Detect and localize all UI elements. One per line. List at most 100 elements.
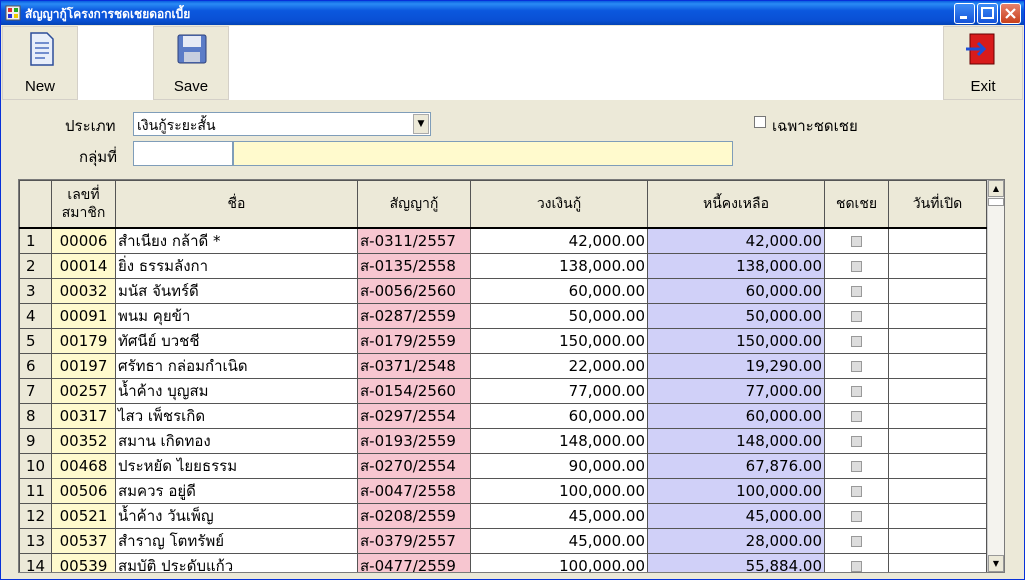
name-cell: สมควร อยู่ดี [115, 477, 358, 504]
member-no-cell: 00091 [51, 302, 116, 329]
compensate-cell[interactable] [824, 402, 889, 429]
name-cell: สมาน เกิดทอง [115, 427, 358, 454]
table-row[interactable]: 2 00014 ยิ่ง ธรรมลังกา ส-0135/2558 138,000.0… [19, 252, 987, 279]
row-number: 14 [19, 552, 52, 572]
remaining-debt-cell: 50,000.00 [647, 302, 825, 329]
member-no-cell: 00257 [51, 377, 116, 404]
table-row[interactable]: 12 00521 น้ำค้าง วันเพ็ญ ส-0208/2559 45,000.… [19, 502, 987, 529]
remaining-debt-cell: 19,290.00 [647, 352, 825, 379]
remaining-debt-header[interactable]: หนี้คงเหลือ [647, 180, 825, 228]
table-row[interactable]: 9 00352 สมาน เกิดทอง ส-0193/2559 148,000.00 1… [19, 427, 987, 454]
save-button-label: Save [173, 78, 209, 95]
remaining-debt-cell: 67,876.00 [647, 452, 825, 479]
close-button[interactable] [1000, 3, 1021, 24]
maximize-button[interactable] [977, 3, 998, 24]
compensate-checkbox[interactable] [851, 485, 862, 497]
remaining-debt-cell: 148,000.00 [647, 427, 825, 454]
table-row[interactable]: 11 00506 สมควร อยู่ดี ส-0047/2558 100,000.00… [19, 477, 987, 504]
scroll-thumb[interactable] [988, 198, 1004, 206]
loan-amount-cell: 90,000.00 [470, 452, 648, 479]
remaining-debt-cell: 60,000.00 [647, 402, 825, 429]
name-header[interactable]: ชื่อ [115, 180, 358, 228]
table-row[interactable]: 1 00006 สำเนียง กล้าดี * ส-0311/2557 42,000.… [19, 226, 987, 254]
table-row[interactable]: 4 00091 พนม คุยข้า ส-0287/2559 50,000.00 50,0… [19, 302, 987, 329]
type-select[interactable]: เงินกู้ระยะสั้น ▼ [133, 112, 431, 136]
exit-button[interactable]: Exit [943, 26, 1023, 100]
loan-amount-header[interactable]: วงเงินกู้ [470, 180, 648, 228]
app-icon [5, 5, 21, 21]
rownum-header[interactable] [19, 180, 52, 228]
compensate-checkbox[interactable] [851, 360, 862, 372]
compensate-checkbox[interactable] [851, 535, 862, 547]
row-number: 3 [19, 277, 52, 304]
name-cell: พนม คุยข้า [115, 302, 358, 329]
compensate-cell[interactable] [824, 302, 889, 329]
minimize-icon [960, 16, 967, 19]
open-date-cell [888, 477, 987, 504]
member-no-cell: 00197 [51, 352, 116, 379]
member-no-header[interactable]: เลขที่ สมาชิก [51, 180, 116, 228]
title-bar[interactable]: สัญญากู้โครงการชดเชยดอกเบี้ย [1, 1, 1024, 25]
compensate-cell[interactable] [824, 427, 889, 454]
compensate-cell[interactable] [824, 527, 889, 554]
save-button[interactable]: Save [153, 26, 229, 100]
compensate-checkbox[interactable] [851, 235, 862, 247]
compensate-cell[interactable] [824, 452, 889, 479]
compensate-checkbox[interactable] [851, 310, 862, 322]
name-cell: ประหยัด ไยยธรรม [115, 452, 358, 479]
compensate-cell[interactable] [824, 252, 889, 279]
row-number: 13 [19, 527, 52, 554]
compensate-checkbox[interactable] [851, 260, 862, 272]
new-button[interactable]: New [2, 26, 78, 100]
table-row[interactable]: 6 00197 ศรัทธา กล่อมกำเนิด ส-0371/2548 22,00… [19, 352, 987, 379]
row-number: 2 [19, 252, 52, 279]
scroll-up-arrow-icon[interactable]: ▲ [988, 180, 1004, 197]
minimize-button[interactable] [954, 3, 975, 24]
compensate-cell[interactable] [824, 226, 889, 254]
name-cell: สำราญ โตทรัพย์ [115, 527, 358, 554]
open-date-cell [888, 302, 987, 329]
compensate-checkbox[interactable] [851, 410, 862, 422]
row-number: 4 [19, 302, 52, 329]
table-row[interactable]: 13 00537 สำราญ โตทรัพย์ ส-0379/2557 45,000.0… [19, 527, 987, 554]
open-date-header[interactable]: วันที่เปิด [888, 180, 987, 228]
group-code-input[interactable] [133, 141, 233, 166]
open-date-cell [888, 352, 987, 379]
compensate-checkbox[interactable] [851, 385, 862, 397]
dropdown-arrow-icon[interactable]: ▼ [413, 114, 429, 134]
member-no-cell: 00539 [51, 552, 116, 572]
contract-header[interactable]: สัญญากู้ [357, 180, 471, 228]
contracts-grid[interactable]: เลขที่ สมาชิก ชื่อ สัญญากู้ วงเงินกู้ หนี้คงเ… [18, 179, 1005, 573]
compensate-cell[interactable] [824, 277, 889, 304]
compensate-cell[interactable] [824, 377, 889, 404]
compensate-checkbox[interactable] [851, 560, 862, 572]
table-row[interactable]: 3 00032 มนัส จันทร์ดี ส-0056/2560 60,000.00 6… [19, 277, 987, 304]
contracts-table: เลขที่ สมาชิก ชื่อ สัญญากู้ วงเงินกู้ หนี้คงเ… [19, 180, 987, 572]
compensate-cell[interactable] [824, 502, 889, 529]
table-row[interactable]: 10 00468 ประหยัด ไยยธรรม ส-0270/2554 90,000.… [19, 452, 987, 479]
compensate-cell[interactable] [824, 327, 889, 354]
vertical-scrollbar[interactable]: ▲ ▼ [987, 180, 1004, 572]
compensate-checkbox[interactable] [851, 510, 862, 522]
contract-cell: ส-0270/2554 [357, 452, 471, 479]
member-no-cell: 00317 [51, 402, 116, 429]
compensate-cell[interactable] [824, 352, 889, 379]
compensate-cell[interactable] [824, 477, 889, 504]
compensate-checkbox[interactable] [851, 460, 862, 472]
table-row[interactable]: 14 00539 สมบัติ ประดับแก้ว ส-0477/2559 100,0… [19, 552, 987, 572]
compensate-checkbox[interactable] [851, 335, 862, 347]
name-cell: สมบัติ ประดับแก้ว [115, 552, 358, 572]
compensate-only-checkbox[interactable] [754, 116, 766, 128]
table-row[interactable]: 8 00317 ไสว เพ็ชรเกิด ส-0297/2554 60,000.00 6… [19, 402, 987, 429]
member-no-cell: 00032 [51, 277, 116, 304]
compensate-checkbox[interactable] [851, 435, 862, 447]
member-no-cell: 00179 [51, 327, 116, 354]
table-row[interactable]: 7 00257 น้ำค้าง บุญสม ส-0154/2560 77,000.00 7… [19, 377, 987, 404]
table-row[interactable]: 5 00179 ทัศนีย์ บวชชี ส-0179/2559 150,000.00… [19, 327, 987, 354]
scroll-down-arrow-icon[interactable]: ▼ [988, 555, 1004, 572]
compensate-checkbox[interactable] [851, 285, 862, 297]
compensate-cell[interactable] [824, 552, 889, 572]
loan-amount-cell: 45,000.00 [470, 527, 648, 554]
compensate-header[interactable]: ชดเชย [824, 180, 889, 228]
open-date-cell [888, 277, 987, 304]
